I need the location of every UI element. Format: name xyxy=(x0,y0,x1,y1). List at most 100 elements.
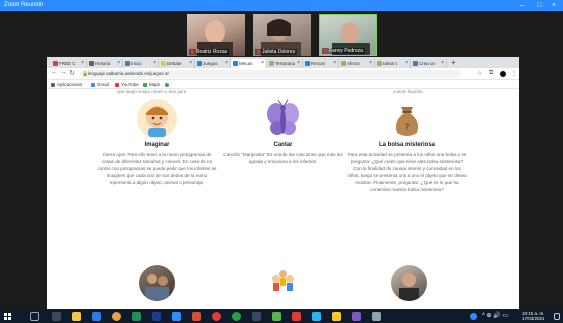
app-icon[interactable] xyxy=(232,312,241,321)
maximize-button[interactable]: □ xyxy=(537,0,541,11)
tab-favicon-icon xyxy=(161,61,166,66)
address-bar: ← → ↻ 🔒 lenguaje.salbarria.webnode.es/ju… xyxy=(47,68,519,80)
close-tab-icon[interactable]: × xyxy=(441,59,444,68)
zoom-tray-icon[interactable] xyxy=(470,313,477,320)
butterfly-icon xyxy=(267,99,299,135)
chrome-icon[interactable] xyxy=(112,312,121,321)
browser-tab[interactable]: Temprana × xyxy=(267,59,303,68)
close-tab-icon[interactable]: × xyxy=(369,59,372,68)
browser-tab[interactable]: Inicio × xyxy=(123,59,159,68)
tab-favicon-icon xyxy=(269,61,274,66)
close-tab-icon[interactable]: × xyxy=(117,59,120,68)
minimize-button[interactable]: – xyxy=(520,0,524,11)
close-tab-icon[interactable]: × xyxy=(189,59,192,68)
forward-icon[interactable]: → xyxy=(60,69,67,76)
bookmark-maps[interactable]: Maps xyxy=(143,80,160,89)
close-tab-icon[interactable]: × xyxy=(405,59,408,68)
photoshop-icon[interactable] xyxy=(152,312,161,321)
browser-tab-active[interactable]: Mecan × xyxy=(231,59,267,68)
svg-text:?: ? xyxy=(405,123,410,133)
bookmark-icon xyxy=(165,82,169,87)
activity-photo xyxy=(391,265,427,301)
maps-icon xyxy=(143,82,147,87)
participant-tile[interactable]: Beatriz Rozas xyxy=(187,14,245,56)
browser-tab[interactable]: Debate × xyxy=(159,59,195,68)
lock-icon: 🔒 xyxy=(82,71,89,77)
app-icon[interactable] xyxy=(352,312,361,321)
cut-off-text: cuento favorito. xyxy=(393,89,424,94)
app-icon[interactable] xyxy=(332,312,341,321)
participant-tile-active-speaker[interactable]: Fanny Pedroza xyxy=(319,14,377,56)
mystery-bag-illustration: ? xyxy=(387,99,427,139)
close-tab-icon[interactable]: × xyxy=(81,59,84,68)
close-tab-icon[interactable]: × xyxy=(153,59,156,68)
muted-mic-icon xyxy=(191,49,194,54)
search-icon[interactable] xyxy=(30,312,39,321)
powerpoint-icon[interactable] xyxy=(192,312,201,321)
excel-icon[interactable] xyxy=(132,312,141,321)
file-explorer-icon[interactable] xyxy=(72,312,81,321)
close-button[interactable]: × xyxy=(552,0,556,11)
windows-start-icon[interactable] xyxy=(4,313,11,320)
star-icon[interactable]: ☆ xyxy=(477,70,482,77)
close-tab-icon[interactable]: × xyxy=(225,59,228,68)
bookmark-apps[interactable]: Aplicaciones xyxy=(51,80,82,89)
tray-icons[interactable]: ^ ⊕ 🔊 ▭ xyxy=(482,313,508,319)
tab-strip: FREE C × Historia × Inicio × Debate × Juegos… xyxy=(47,57,519,68)
apps-grid-icon xyxy=(51,82,55,87)
bookmark-youtube[interactable]: YouTube xyxy=(115,80,139,89)
extensions-icon[interactable]: ⧉ xyxy=(489,70,493,77)
reload-icon[interactable]: ↻ xyxy=(69,69,75,77)
card-description: Para esta actividad se presenta a los ni… xyxy=(347,152,467,192)
child-imagining-illustration xyxy=(137,99,177,139)
activity-photo xyxy=(265,265,301,301)
zoom-titlebar: Zoom Reunión – □ × xyxy=(0,0,563,11)
opera-icon[interactable] xyxy=(212,312,221,321)
participant-video-strip: Beatriz Rozas Julieta Dolores Fanny Pedr… xyxy=(0,14,563,56)
close-tab-icon[interactable]: × xyxy=(261,59,264,68)
muted-mic-icon xyxy=(324,48,327,53)
app-icon[interactable] xyxy=(292,312,301,321)
url-input[interactable]: 🔒 lenguaje.salbarria.webnode.es/juegos-3… xyxy=(80,70,460,78)
browser-tab[interactable]: Historia × xyxy=(87,59,123,68)
url-text: lenguaje.salbarria.webnode.es/juegos-3/ xyxy=(88,71,169,76)
browser-tab[interactable]: FREE C × xyxy=(51,59,87,68)
gmail-icon xyxy=(91,82,95,87)
activity-card: Cantar Canción “Mariposita” Es una de la… xyxy=(223,99,343,165)
tab-favicon-icon xyxy=(125,61,130,66)
app-icon[interactable] xyxy=(252,312,261,321)
bookmark-extra[interactable] xyxy=(165,80,171,89)
app-icon[interactable] xyxy=(372,312,381,321)
browser-tab[interactable]: Crea un × xyxy=(411,59,447,68)
menu-icon[interactable]: ⋮ xyxy=(511,70,517,77)
tab-favicon-icon xyxy=(197,61,202,66)
notifications-icon[interactable] xyxy=(554,313,560,320)
tab-favicon-icon xyxy=(377,61,382,66)
clock[interactable]: 10:15 a. m. 17/03/2021 xyxy=(522,311,545,321)
browser-tab[interactable]: Recurs × xyxy=(303,59,339,68)
children-photo xyxy=(145,274,169,301)
muted-mic-icon xyxy=(257,49,260,54)
butterfly-illustration xyxy=(263,99,303,139)
task-view-icon[interactable] xyxy=(52,312,61,321)
new-tab-button[interactable]: + xyxy=(451,58,456,67)
profile-avatar[interactable] xyxy=(500,71,506,77)
bookmark-gmail[interactable]: Gmail xyxy=(91,80,109,89)
participant-name: Fanny Pedroza xyxy=(322,48,365,54)
browser-tab[interactable]: Afecto × xyxy=(339,59,375,68)
close-tab-icon[interactable]: × xyxy=(333,59,336,68)
back-icon[interactable]: ← xyxy=(51,69,58,76)
activity-card: Imaginar Cierra ojos. Para ello tener a … xyxy=(97,99,217,186)
card-title: Imaginar xyxy=(144,142,170,148)
zoom-taskbar-icon[interactable] xyxy=(172,312,181,321)
app-icon[interactable] xyxy=(312,312,321,321)
word-icon[interactable] xyxy=(92,312,101,321)
participant-tile[interactable]: Julieta Dolores xyxy=(253,14,311,56)
bag-icon: ? xyxy=(395,107,419,136)
close-tab-icon[interactable]: × xyxy=(297,59,300,68)
browser-tab[interactable]: Ideas c × xyxy=(375,59,411,68)
child-photo xyxy=(399,273,419,301)
cut-off-text: que luego suspo miram y doe gure xyxy=(117,89,187,94)
browser-tab[interactable]: Juegos × xyxy=(195,59,231,68)
app-icon[interactable] xyxy=(272,312,281,321)
